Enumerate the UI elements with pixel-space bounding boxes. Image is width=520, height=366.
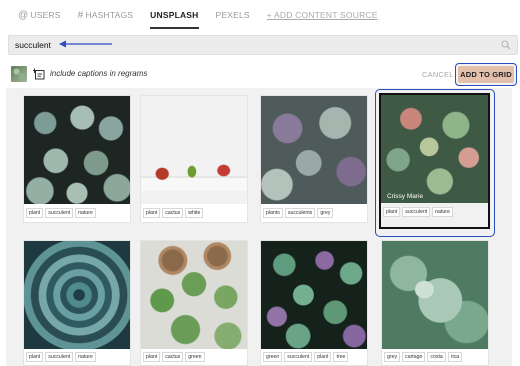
tag: tree xyxy=(333,352,349,362)
add-to-grid-highlight: ADD TO GRID xyxy=(455,63,517,86)
tab-users-label: USERS xyxy=(30,10,61,20)
card-image xyxy=(141,241,247,349)
image-card[interactable]: plant cactus white xyxy=(140,95,248,223)
tag: cactus xyxy=(162,352,184,362)
tag: grey xyxy=(317,208,334,218)
tag: cartago xyxy=(402,352,426,362)
image-card[interactable]: plants succulents grey xyxy=(260,95,368,223)
card-image xyxy=(24,241,130,349)
tag: succulent xyxy=(45,208,74,218)
tag: plant xyxy=(26,208,44,218)
tag: plant xyxy=(314,352,332,362)
image-card[interactable]: green succulent plant tree xyxy=(260,240,368,366)
add-content-source-label: + ADD CONTENT SOURCE xyxy=(266,10,378,20)
add-caption-icon[interactable] xyxy=(33,68,45,80)
tag: plant xyxy=(143,208,161,218)
tab-pexels-label: PEXELS xyxy=(215,10,250,20)
image-card[interactable]: grey cartago costa rica xyxy=(381,240,489,366)
tag-list: green succulent plant tree xyxy=(263,352,349,362)
tab-users[interactable]: @ USERS xyxy=(18,0,61,30)
card-image xyxy=(141,96,247,204)
tag-list: plant succulent nature xyxy=(26,352,96,362)
at-icon: @ xyxy=(18,9,29,21)
tag: rica xyxy=(447,352,463,362)
image-card[interactable]: plant succulent nature xyxy=(23,240,131,366)
image-card[interactable]: plant cactus green xyxy=(140,240,248,366)
tag: succulents xyxy=(284,208,316,218)
tag: white xyxy=(185,208,204,218)
include-captions-label[interactable]: include captions in regrams xyxy=(50,69,147,78)
source-tabs: @ USERS # HASHTAGS UNSPLASH PEXELS + ADD… xyxy=(0,0,520,30)
add-to-grid-button[interactable]: ADD TO GRID xyxy=(458,66,514,83)
tag: grey xyxy=(384,352,401,362)
tag-list: plant cactus white xyxy=(143,208,204,218)
tag: green xyxy=(185,352,205,362)
tab-hashtags[interactable]: # HASHTAGS xyxy=(78,0,134,30)
tag: plant xyxy=(143,352,161,362)
tag-list: plant cactus green xyxy=(143,352,205,362)
card-image xyxy=(24,96,130,204)
tag-list: plant succulent nature xyxy=(26,208,96,218)
tag: costa xyxy=(427,352,446,362)
selected-card-frame xyxy=(379,93,490,229)
add-content-source-link[interactable]: + ADD CONTENT SOURCE xyxy=(267,0,378,30)
tab-unsplash[interactable]: UNSPLASH xyxy=(150,0,199,30)
tag: plants xyxy=(263,208,283,218)
tag-list: grey cartago costa rica xyxy=(384,352,463,362)
cancel-button[interactable]: CANCEL xyxy=(422,70,454,79)
card-image xyxy=(382,241,488,349)
hash-icon: # xyxy=(77,9,84,21)
card-image xyxy=(261,96,367,204)
search-icon[interactable] xyxy=(501,40,511,50)
selected-thumbnail xyxy=(11,66,27,82)
tag-list: plants succulents grey xyxy=(263,208,334,218)
annotation-arrow-icon xyxy=(59,40,112,48)
tag: nature xyxy=(75,352,96,362)
tab-pexels[interactable]: PEXELS xyxy=(216,0,250,30)
tab-unsplash-label: UNSPLASH xyxy=(150,10,199,20)
tag: nature xyxy=(75,208,96,218)
tag: cactus xyxy=(162,208,184,218)
tag: succulent xyxy=(45,352,74,362)
tag: succulent xyxy=(284,352,313,362)
caption-row: include captions in regrams CANCEL xyxy=(0,62,520,86)
card-image xyxy=(261,241,367,349)
tag: plant xyxy=(26,352,44,362)
image-card[interactable]: plant succulent nature xyxy=(23,95,131,223)
tag: green xyxy=(263,352,283,362)
tab-hashtags-label: HASHTAGS xyxy=(85,10,134,20)
